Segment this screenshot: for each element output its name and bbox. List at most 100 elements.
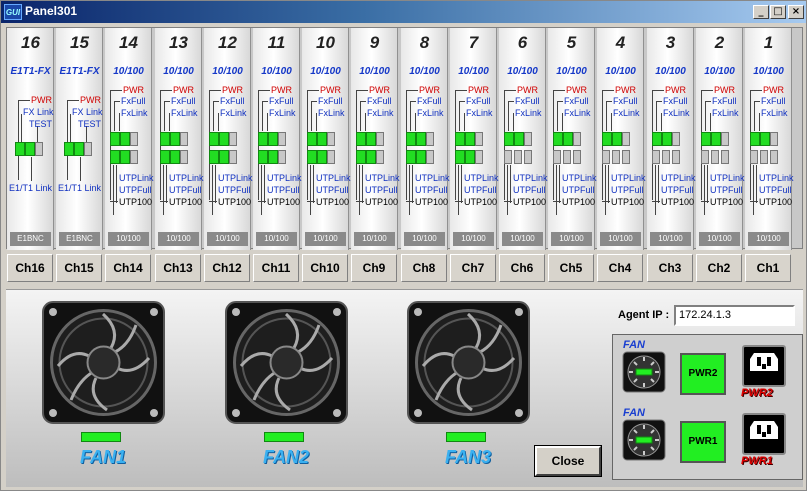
channel-button-ch16[interactable]: Ch16 xyxy=(7,254,53,282)
led xyxy=(465,150,475,164)
led xyxy=(160,150,170,164)
utp-link-label: UTPLink xyxy=(661,173,696,183)
channel-card[interactable]: 4 10/100 PWR FxFull FxLink UTPLink UTPFull UTP1… xyxy=(597,28,646,250)
channel-card[interactable]: 6 10/100 PWR FxFull FxLink UTPLink UTPFull UTP1… xyxy=(499,28,548,250)
utp-link-label: UTPLink xyxy=(365,173,400,183)
wire xyxy=(710,113,711,131)
wire xyxy=(213,101,214,131)
wire xyxy=(705,101,706,131)
led xyxy=(573,132,581,146)
wire xyxy=(409,165,410,215)
channel-number: 15 xyxy=(70,33,89,52)
led xyxy=(770,150,778,164)
fan-icon xyxy=(224,300,349,425)
channel-button-ch13[interactable]: Ch13 xyxy=(155,254,201,282)
led xyxy=(416,150,426,164)
wire xyxy=(209,90,221,91)
channel-button-ch8[interactable]: Ch8 xyxy=(401,254,447,282)
led xyxy=(622,132,630,146)
channel-button-ch9[interactable]: Ch9 xyxy=(351,254,397,282)
maximize-button[interactable]: □ xyxy=(770,5,786,19)
channel-card[interactable]: 12 10/100 PWR FxFull FxLink UTPLink UTPFull UTP… xyxy=(204,28,253,250)
pwr-label: PWR xyxy=(271,85,292,95)
fx-link-label: FxLink xyxy=(564,108,591,118)
channel-button-ch1[interactable]: Ch1 xyxy=(745,254,791,282)
channel-type: E1T1-FX xyxy=(10,66,51,77)
channel-card[interactable]: 14 10/100 PWR FxFull FxLink UTPLink UTPFull UTP… xyxy=(105,28,154,250)
utp100-label: UTP100 xyxy=(119,197,153,207)
channel-button-ch15[interactable]: Ch15 xyxy=(56,254,102,282)
led xyxy=(662,150,670,164)
led xyxy=(760,150,768,164)
channel-card[interactable]: 5 10/100 PWR FxFull FxLink UTPLink UTPFull UTP1… xyxy=(548,28,597,250)
channel-card[interactable]: 16 E1T1-FX PWR FX Link TEST E1/T1 Link E1BNC xyxy=(7,28,54,250)
wire xyxy=(410,101,411,131)
wire xyxy=(310,165,311,215)
channel-button-ch11[interactable]: Ch11 xyxy=(253,254,299,282)
wire xyxy=(262,101,263,131)
led xyxy=(652,132,662,146)
channel-button-ch4[interactable]: Ch4 xyxy=(597,254,643,282)
led xyxy=(170,150,180,164)
wire xyxy=(661,113,662,131)
wire xyxy=(759,113,760,131)
minimize-button[interactable]: _ xyxy=(753,5,769,19)
wire xyxy=(458,165,459,215)
channel-card[interactable]: 11 10/100 PWR FxFull FxLink UTPLink UTPFull UTP… xyxy=(253,28,302,250)
card-footer: 10/100 xyxy=(108,232,149,246)
wire xyxy=(362,165,363,203)
fx-link-label: FX Link xyxy=(23,107,54,117)
led xyxy=(110,132,120,146)
channel-card[interactable]: 13 10/100 PWR FxFull FxLink UTPLink UTPFull UTP… xyxy=(155,28,204,250)
channel-button-ch7[interactable]: Ch7 xyxy=(450,254,496,282)
agent-ip-field[interactable]: 172.24.1.3 xyxy=(674,305,795,326)
channel-type: 10/100 xyxy=(556,66,587,77)
channel-button-ch5[interactable]: Ch5 xyxy=(548,254,594,282)
channel-button-ch6[interactable]: Ch6 xyxy=(499,254,545,282)
app-icon: GUI xyxy=(4,4,22,20)
wire xyxy=(218,113,219,131)
led xyxy=(553,150,561,164)
title-bar[interactable]: GUI Panel301 _ □ × xyxy=(1,1,806,23)
channel-card[interactable]: 9 10/100 PWR FxFull FxLink UTPLink UTPFull UTP1… xyxy=(351,28,400,250)
channel-card[interactable]: 10 10/100 PWR FxFull FxLink UTPLink UTPFull UTP… xyxy=(302,28,351,250)
wire xyxy=(656,101,657,131)
psu-pwr1-label: PWR1 xyxy=(741,455,773,467)
wire xyxy=(116,165,117,203)
fx-link-label: FxLink xyxy=(761,108,788,118)
card-footer: 10/100 xyxy=(207,232,248,246)
channel-button-ch10[interactable]: Ch10 xyxy=(302,254,348,282)
fx-link-label: FxLink xyxy=(663,108,690,118)
led xyxy=(465,132,475,146)
channel-type: 10/100 xyxy=(458,66,489,77)
channel-card[interactable]: 15 E1T1-FX PWR FX Link TEST E1/T1 Link E1BNC xyxy=(56,28,103,250)
channel-button-ch12[interactable]: Ch12 xyxy=(204,254,250,282)
led xyxy=(553,132,563,146)
pwr-label: PWR xyxy=(615,85,636,95)
channel-card[interactable]: 8 10/100 PWR FxFull FxLink UTPLink UTPFull UTP1… xyxy=(401,28,450,250)
utp100-label: UTP100 xyxy=(365,197,399,207)
channel-card[interactable]: 3 10/100 PWR FxFull FxLink UTPLink UTPFull UTP1… xyxy=(647,28,696,250)
wire xyxy=(756,165,757,203)
card-footer: E1BNC xyxy=(59,232,100,246)
test-label: TEST xyxy=(29,119,53,129)
channel-button-ch3[interactable]: Ch3 xyxy=(647,254,693,282)
led xyxy=(455,150,465,164)
channel-card[interactable]: 2 10/100 PWR FxFull FxLink UTPLink UTPFull UTP1… xyxy=(696,28,745,250)
fx-full-label: FxFull xyxy=(466,96,491,106)
led xyxy=(563,150,571,164)
channel-button-ch2[interactable]: Ch2 xyxy=(696,254,742,282)
channel-button-ch14[interactable]: Ch14 xyxy=(105,254,151,282)
close-window-button[interactable]: × xyxy=(788,5,804,19)
led xyxy=(475,150,483,164)
led xyxy=(258,150,268,164)
utp-link-label: UTPLink xyxy=(464,173,499,183)
pwr-label: PWR xyxy=(517,85,538,95)
led xyxy=(770,132,778,146)
channel-card[interactable]: 7 10/100 PWR FxFull FxLink UTPLink UTPFull UTP1… xyxy=(450,28,499,250)
led xyxy=(711,150,719,164)
channel-card[interactable]: 1 10/100 PWR FxFull FxLink UTPLink UTPFull UTP1… xyxy=(745,28,794,250)
card-footer: 10/100 xyxy=(600,232,641,246)
close-button[interactable]: Close xyxy=(534,445,602,477)
wire xyxy=(31,157,32,181)
